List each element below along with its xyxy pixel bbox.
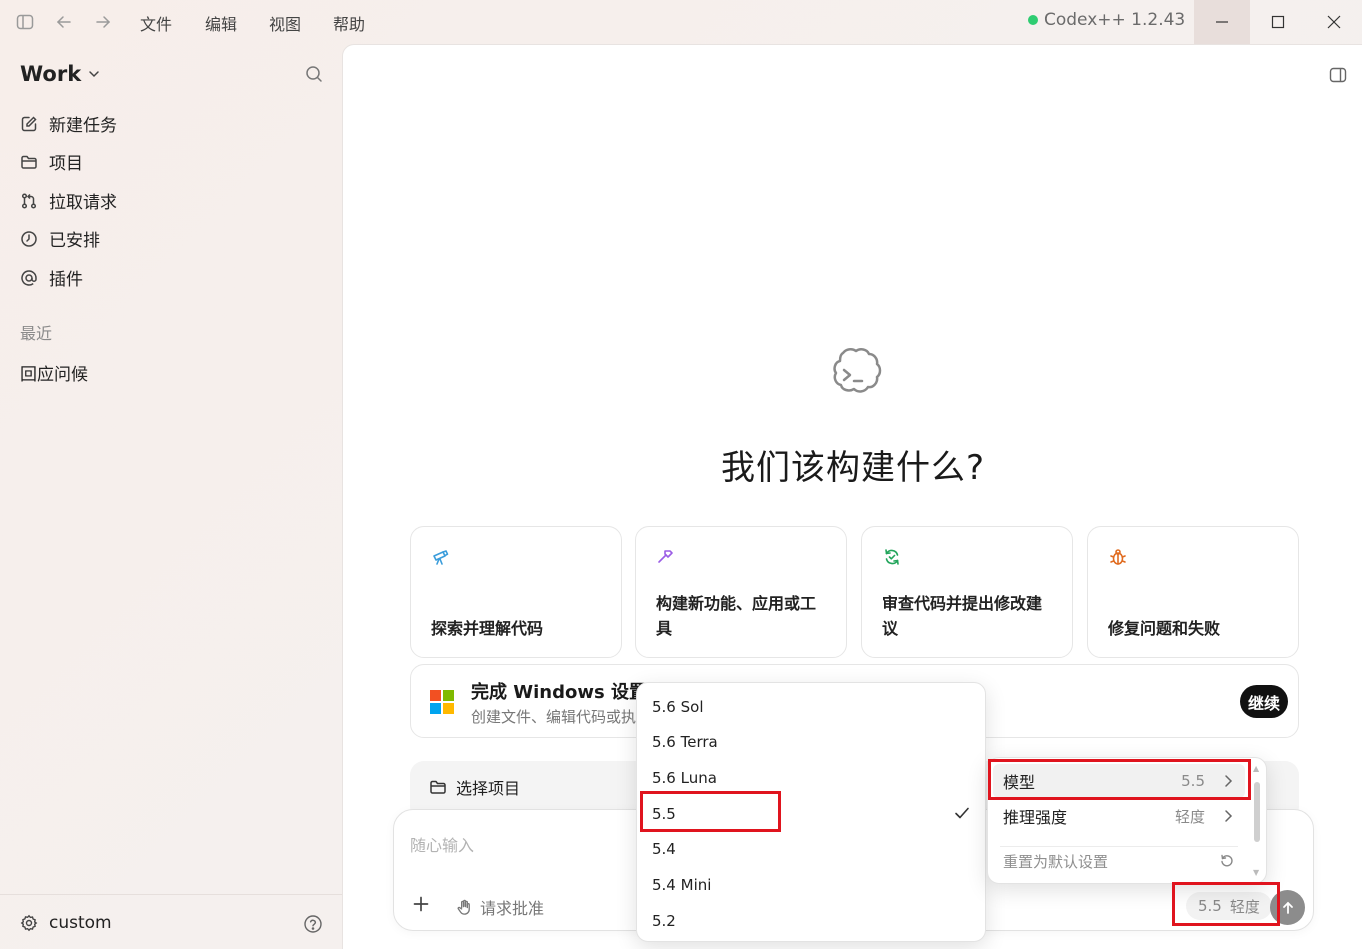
sidebar-item-scheduled[interactable]: 已安排 [20,226,100,251]
reset-defaults-label: 重置为默认设置 [1003,852,1109,871]
at-icon [20,269,38,287]
sidebar-item-label: 新建任务 [49,116,117,136]
bug-icon [1108,547,1128,567]
model-option-selected[interactable]: 5.5 [652,805,676,823]
model-option[interactable]: 5.2 [652,912,676,930]
reasoning-effort-value: 轻度 [1174,807,1205,826]
sidebar-item-label: 拉取请求 [49,193,117,213]
card-label: 探索并理解代码 [431,619,544,638]
app-version-badge: Codex++ 1.2.43 [1028,10,1185,30]
model-settings-menu: 模型 5.5 推理强度 轻度 重置为默认设置 ▲ ▼ [987,757,1267,884]
status-dot-icon [1028,15,1038,25]
codex-logo-icon [821,343,885,407]
sidebar-footer: custom [0,894,342,949]
banner-subtitle: 创建文件、编辑代码或执 [471,708,637,726]
model-option[interactable]: 5.4 Mini [652,876,711,894]
sidebar-item-plugins[interactable]: 插件 [20,265,83,290]
reasoning-effort-label: 推理强度 [1003,808,1068,827]
user-name: custom [49,913,112,933]
suggestion-card-build[interactable]: 构建新功能、应用或工具 [635,526,847,658]
reset-icon [1219,853,1235,869]
continue-button[interactable]: 继续 [1240,685,1288,718]
telescope-icon [431,547,451,567]
scroll-up-arrow-icon[interactable]: ▲ [1253,764,1259,773]
send-button[interactable] [1270,890,1305,925]
minimize-button[interactable] [1194,0,1250,44]
search-icon[interactable] [304,64,324,84]
folder-icon [20,153,38,171]
forward-arrow-icon[interactable] [93,12,113,32]
menu-view[interactable]: 视图 [269,11,301,35]
hammer-icon [656,547,676,567]
help-icon[interactable] [303,914,323,934]
add-attachment-icon[interactable] [411,894,431,914]
sidebar-item-label: 已安排 [49,231,100,251]
close-button[interactable] [1306,0,1362,44]
sidebar-item-projects[interactable]: 项目 [20,149,83,174]
approval-mode-label: 请求批准 [480,899,545,918]
sidebar-toggle-icon[interactable] [15,12,35,32]
recent-item[interactable]: 回应问候 [20,360,88,385]
menu-scrollbar[interactable] [1254,782,1260,842]
gear-icon [20,914,38,932]
model-option[interactable]: 5.6 Terra [652,733,718,751]
recent-section-label: 最近 [20,324,53,343]
panel-toggle-icon[interactable] [1328,65,1348,85]
reasoning-effort-item[interactable]: 推理强度 轻度 [993,799,1245,833]
chevron-down-icon [89,71,99,78]
scroll-down-arrow-icon[interactable]: ▼ [1253,868,1259,877]
prompt-input[interactable]: 随心输入 [410,832,474,856]
refresh-check-icon [882,547,902,567]
suggestion-card-fix[interactable]: 修复问题和失败 [1087,526,1299,658]
menu-edit[interactable]: 编辑 [205,11,237,35]
model-option[interactable]: 5.6 Sol [652,698,704,716]
hand-icon [456,899,473,916]
menu-help[interactable]: 帮助 [333,11,365,35]
back-arrow-icon[interactable] [54,12,74,32]
effort-chip-value: 轻度 [1229,897,1260,916]
model-option[interactable]: 5.6 Luna [652,769,717,787]
compose-icon [20,115,38,133]
title-bar: 文件 编辑 视图 帮助 Codex++ 1.2.43 [0,0,1362,44]
sidebar-item-pull-requests[interactable]: 拉取请求 [20,188,117,213]
workspace-switcher[interactable]: Work [20,62,101,86]
sidebar: Work 新建任务 项目 拉取请求 已安排 插件 最近 回应问候 custom [0,44,342,949]
suggestion-card-review[interactable]: 审查代码并提出修改建议 [861,526,1073,658]
settings-button[interactable]: custom [20,913,112,933]
sidebar-item-new-task[interactable]: 新建任务 [20,111,117,136]
project-selector-label: 选择项目 [456,779,521,798]
suggestion-card-explore[interactable]: 探索并理解代码 [410,526,622,658]
pull-request-icon [20,192,38,210]
model-options-menu: 5.6 Sol 5.6 Terra 5.6 Luna 5.5 5.4 5.4 M… [636,682,986,942]
maximize-button[interactable] [1250,0,1306,44]
model-option[interactable]: 5.4 [652,840,676,858]
clock-icon [20,230,38,248]
approval-mode-button[interactable]: 请求批准 [456,895,544,919]
model-submenu-label: 模型 [1003,773,1036,792]
model-chip-value: 5.5 [1198,897,1222,915]
model-submenu-item[interactable]: 模型 5.5 [993,764,1245,798]
app-name: Codex++ 1.2.43 [1044,10,1186,30]
windows-logo-icon [430,690,454,714]
page-title: 我们该构建什么? [720,448,986,488]
chevron-right-icon [1221,774,1235,788]
card-label: 修复问题和失败 [1108,619,1221,638]
chevron-right-icon [1221,809,1235,823]
arrow-up-icon [1282,901,1293,914]
sidebar-item-label: 插件 [49,270,83,290]
workspace-name: Work [20,62,82,86]
model-submenu-value: 5.5 [1181,772,1205,790]
sidebar-item-label: 项目 [49,154,83,174]
checkmark-icon [953,804,971,822]
model-selector-button[interactable]: 5.5 轻度 [1186,892,1272,920]
menu-file[interactable]: 文件 [140,11,172,35]
reset-defaults-item[interactable]: 重置为默认设置 [993,844,1245,878]
card-label: 审查代码并提出修改建议 [882,594,1043,638]
folder-icon [429,778,447,796]
card-label: 构建新功能、应用或工具 [656,594,817,638]
